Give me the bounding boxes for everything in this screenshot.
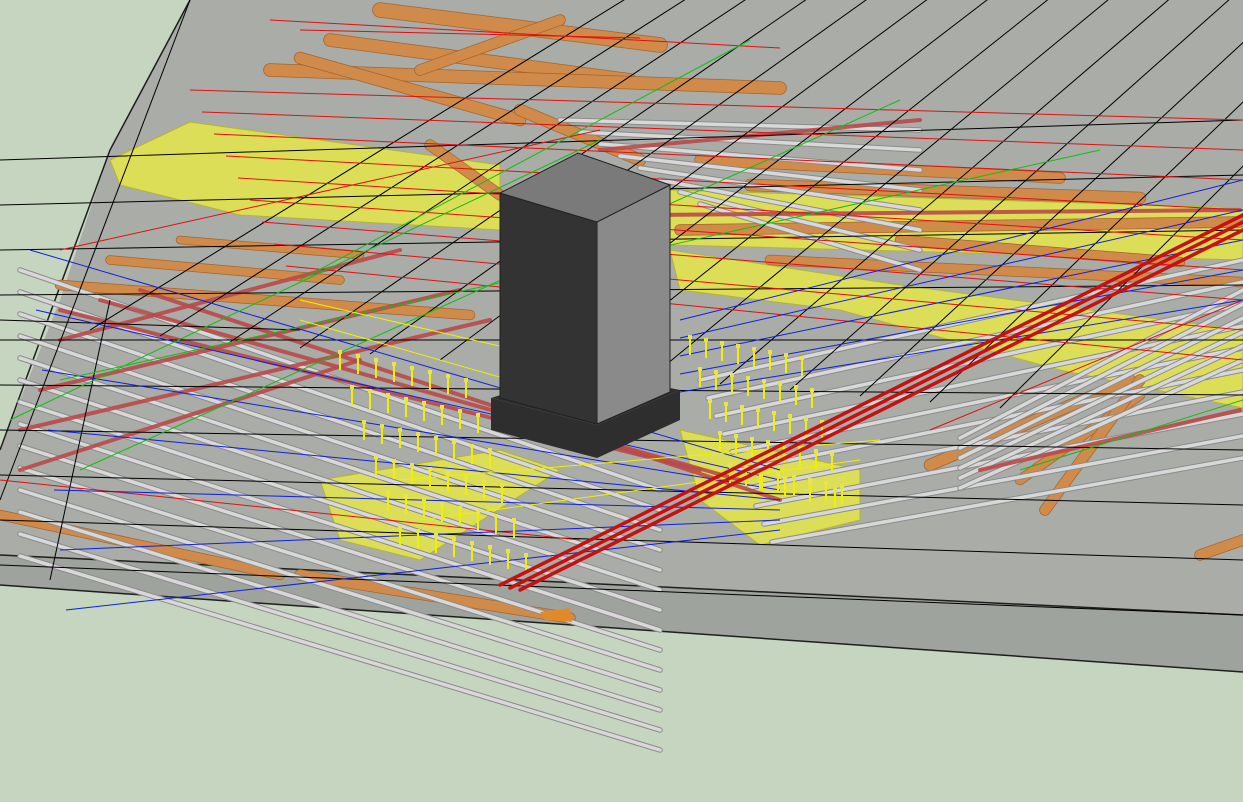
rebar-chair-cap xyxy=(728,463,732,467)
rebar-chair-cap xyxy=(776,472,780,476)
rebar-chair-cap xyxy=(362,420,366,424)
concrete-column[interactable] xyxy=(491,152,680,458)
rebar-chair-cap xyxy=(794,385,798,389)
rebar-chair-cap xyxy=(440,405,444,409)
rebar-chair-cap xyxy=(368,389,372,393)
rebar-chair-cap xyxy=(783,476,787,480)
rebar-chair-cap xyxy=(704,338,708,342)
rebar-chair-cap xyxy=(766,440,770,444)
rebar-chair-cap xyxy=(392,362,396,366)
rebar-chair-cap xyxy=(808,478,812,482)
rebar-chair-cap xyxy=(440,502,444,506)
rebar-chair-cap xyxy=(778,382,782,386)
rebar-chair-cap xyxy=(756,408,760,412)
rebar-chair-cap xyxy=(720,341,724,345)
rebar-chair-cap xyxy=(416,529,420,533)
rebar-chair-cap xyxy=(452,537,456,541)
rebar-chair-cap xyxy=(416,432,420,436)
rebar-chair-cap xyxy=(458,409,462,413)
rebar-chair-cap xyxy=(428,467,432,471)
rebar-chair-cap xyxy=(824,481,828,485)
rebar-chair-cap xyxy=(814,449,818,453)
rebar-chair-cap xyxy=(792,475,796,479)
rebar-chair-cap xyxy=(464,378,468,382)
rebar-chair-cap xyxy=(714,370,718,374)
rebar-chair-cap xyxy=(452,440,456,444)
rebar-chair-cap xyxy=(804,417,808,421)
rebar-chair-cap xyxy=(740,405,744,409)
rebar-chair-cap xyxy=(470,541,474,545)
rebar-chair-cap xyxy=(833,488,837,492)
rebar-chair-cap xyxy=(512,518,516,522)
rebar-chair-cap xyxy=(494,514,498,518)
rebar-chair-cap xyxy=(734,434,738,438)
rebar-chair-cap xyxy=(476,413,480,417)
rebar-chair-cap xyxy=(404,397,408,401)
rebar-chair-cap xyxy=(422,401,426,405)
rebar-chair-cap xyxy=(830,452,834,456)
rebar-chair-cap xyxy=(458,506,462,510)
rebar-chair-cap xyxy=(708,399,712,403)
rebar-chair-cap xyxy=(730,373,734,377)
rebar-chair-cap xyxy=(810,388,814,392)
rebar-chair-cap xyxy=(768,350,772,354)
rebar-chair-cap xyxy=(350,385,354,389)
rebar-chair-cap xyxy=(752,347,756,351)
column-front-face xyxy=(499,192,598,425)
rebar-chair-cap xyxy=(380,424,384,428)
rebar-chair-cap xyxy=(500,483,504,487)
rebar-chair-cap xyxy=(488,448,492,452)
rebar-chair-cap xyxy=(446,471,450,475)
rebar-chair-cap xyxy=(410,463,414,467)
3d-viewport[interactable] xyxy=(0,0,1243,802)
scene-canvas[interactable] xyxy=(0,0,1243,802)
rebar-chair-cap xyxy=(374,455,378,459)
rebar-chair-cap xyxy=(464,475,468,479)
rebar-chair-cap xyxy=(470,444,474,448)
rebar-chair-cap xyxy=(788,414,792,418)
rebar-chair-cap xyxy=(386,393,390,397)
rebar-chair-cap xyxy=(386,490,390,494)
rebar-chair-cap xyxy=(410,366,414,370)
rebar-chair-cap xyxy=(428,370,432,374)
rebar-chair-cap xyxy=(338,350,342,354)
rebar-chair-cap xyxy=(750,437,754,441)
rebar-chair-cap xyxy=(800,356,804,360)
rebar-chair-cap xyxy=(784,353,788,357)
rebar-chair-cap xyxy=(392,459,396,463)
rebar-chair-cap xyxy=(718,431,722,435)
rebar-chair-cap xyxy=(482,479,486,483)
rebar-chair-cap xyxy=(762,379,766,383)
rebar-chair-cap xyxy=(772,411,776,415)
rebar-chair-cap xyxy=(356,354,360,358)
rebar-chair-cap xyxy=(688,335,692,339)
column-side-face xyxy=(596,184,671,425)
rebar-chair-cap xyxy=(736,344,740,348)
rebar-chair-cap xyxy=(476,510,480,514)
rebar-chair-cap xyxy=(524,553,528,557)
rebar-chair-cap xyxy=(398,428,402,432)
rebar-chair-cap xyxy=(840,484,844,488)
rebar-chair-cap xyxy=(434,533,438,537)
rebar-chair-cap xyxy=(746,376,750,380)
rebar-chair-cap xyxy=(446,374,450,378)
rebar-chair-cap xyxy=(422,498,426,502)
rebar-chair-cap xyxy=(398,525,402,529)
rebar-chair-cap xyxy=(506,549,510,553)
rebar-chair-cap xyxy=(698,367,702,371)
rebar-chair-cap xyxy=(434,436,438,440)
rebar-chair-cap xyxy=(724,402,728,406)
rebar-chair-cap xyxy=(374,358,378,362)
rebar-chair-cap xyxy=(488,545,492,549)
rebar-chair-cap xyxy=(404,494,408,498)
rebar-chair-cap xyxy=(808,482,812,486)
